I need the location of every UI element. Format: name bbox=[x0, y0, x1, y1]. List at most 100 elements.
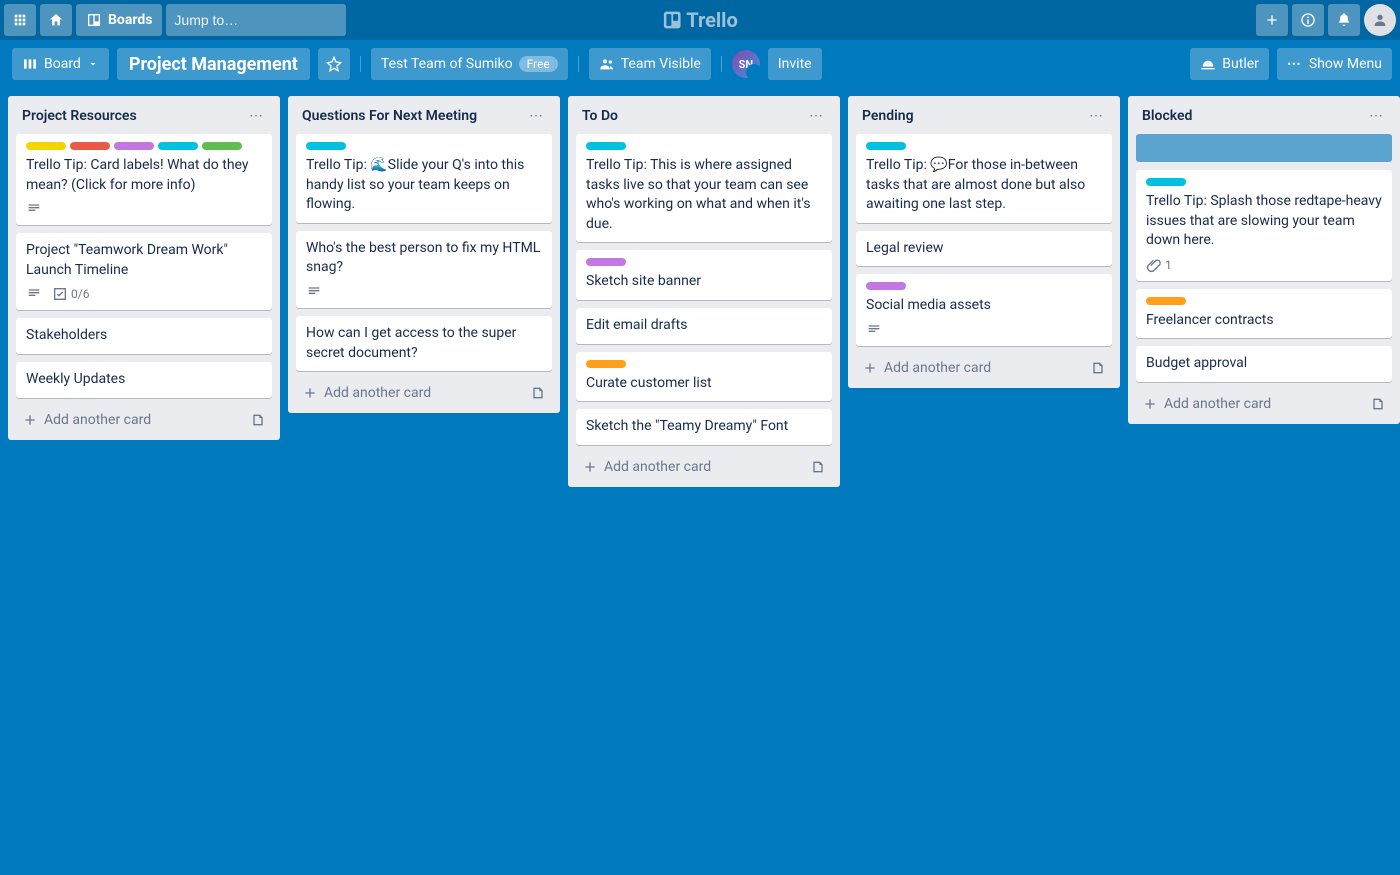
app-logo[interactable]: Trello bbox=[662, 8, 738, 32]
card[interactable]: Legal review bbox=[856, 231, 1112, 267]
card-labels bbox=[866, 282, 1102, 290]
create-button[interactable] bbox=[1256, 4, 1288, 36]
list-title[interactable]: Pending bbox=[862, 108, 914, 124]
list-menu-button[interactable]: ⋯ bbox=[245, 106, 268, 126]
card-text: How can I get access to the super secret… bbox=[306, 324, 542, 363]
label-purple[interactable] bbox=[586, 258, 626, 266]
card-labels bbox=[26, 142, 262, 150]
card-template-icon[interactable] bbox=[1370, 396, 1386, 412]
plus-icon bbox=[1264, 12, 1280, 28]
label-purple[interactable] bbox=[114, 142, 154, 150]
card[interactable]: Trello Tip: 🌊Slide your Q's into this ha… bbox=[296, 134, 552, 223]
label-sky[interactable] bbox=[1146, 178, 1186, 186]
separator bbox=[360, 56, 361, 72]
card-text: Who's the best person to fix my HTML sna… bbox=[306, 239, 542, 278]
card[interactable]: Trello Tip: Splash those redtape-heavy i… bbox=[1136, 170, 1392, 281]
add-card-button[interactable]: Add another card bbox=[302, 385, 431, 401]
notifications-button[interactable] bbox=[1328, 4, 1360, 36]
add-card-button[interactable]: Add another card bbox=[862, 360, 991, 376]
card[interactable]: Sketch site banner bbox=[576, 250, 832, 300]
card-template-icon[interactable] bbox=[810, 459, 826, 475]
card[interactable]: Weekly Updates bbox=[16, 362, 272, 398]
add-card-button[interactable]: Add another card bbox=[22, 412, 151, 428]
label-sky[interactable] bbox=[306, 142, 346, 150]
card-text: Legal review bbox=[866, 239, 1102, 259]
apps-button[interactable] bbox=[4, 4, 36, 36]
label-yellow[interactable] bbox=[26, 142, 66, 150]
home-button[interactable] bbox=[40, 4, 72, 36]
card-text: Weekly Updates bbox=[26, 370, 262, 390]
label-sky[interactable] bbox=[158, 142, 198, 150]
card[interactable]: Social media assets bbox=[856, 274, 1112, 346]
team-button[interactable]: Test Team of Sumiko Free bbox=[371, 48, 568, 80]
card[interactable] bbox=[1136, 134, 1392, 162]
label-green[interactable] bbox=[202, 142, 242, 150]
butler-icon bbox=[1200, 56, 1216, 72]
chevron-down-icon bbox=[87, 58, 99, 70]
list-menu-button[interactable]: ⋯ bbox=[1085, 106, 1108, 126]
card[interactable]: Edit email drafts bbox=[576, 308, 832, 344]
card[interactable]: Trello Tip: Card labels! What do they me… bbox=[16, 134, 272, 225]
topbar: Boards Trello bbox=[0, 0, 1400, 40]
card-labels bbox=[586, 360, 822, 368]
card[interactable]: Freelancer contracts bbox=[1136, 289, 1392, 339]
description-icon bbox=[26, 286, 42, 302]
card-labels bbox=[1146, 178, 1382, 186]
list-title[interactable]: To Do bbox=[582, 108, 618, 124]
add-card-button[interactable]: Add another card bbox=[1142, 396, 1271, 412]
view-switch[interactable]: Board bbox=[12, 48, 109, 80]
list-menu-button[interactable]: ⋯ bbox=[805, 106, 828, 126]
card[interactable]: Trello Tip: This is where assigned tasks… bbox=[576, 134, 832, 242]
card-badges bbox=[26, 201, 262, 217]
add-card-row: Add another card bbox=[296, 375, 552, 411]
card-labels bbox=[1146, 297, 1382, 305]
list-title[interactable]: Blocked bbox=[1142, 108, 1192, 124]
show-menu-button[interactable]: ⋯ Show Menu bbox=[1277, 48, 1392, 80]
board-name[interactable]: Project Management bbox=[117, 48, 310, 80]
card-text: Freelancer contracts bbox=[1146, 311, 1382, 331]
card-template-icon[interactable] bbox=[530, 385, 546, 401]
card[interactable]: Stakeholders bbox=[16, 318, 272, 354]
label-sky[interactable] bbox=[866, 142, 906, 150]
card[interactable]: Sketch the "Teamy Dreamy" Font bbox=[576, 409, 832, 445]
user-avatar[interactable] bbox=[1364, 4, 1396, 36]
card[interactable]: Curate customer list bbox=[576, 352, 832, 402]
add-card-row: Add another card bbox=[856, 350, 1112, 386]
search-input[interactable] bbox=[174, 12, 355, 28]
badge-description bbox=[866, 322, 882, 338]
butler-button[interactable]: Butler bbox=[1190, 48, 1269, 80]
label-red[interactable] bbox=[70, 142, 110, 150]
list: Blocked ⋯ Trello Tip: Splash those redtape… bbox=[1128, 96, 1400, 424]
label-purple[interactable] bbox=[866, 282, 906, 290]
card[interactable]: Budget approval bbox=[1136, 346, 1392, 382]
info-button[interactable] bbox=[1292, 4, 1324, 36]
list-title[interactable]: Questions For Next Meeting bbox=[302, 108, 477, 124]
app-name: Trello bbox=[686, 8, 738, 32]
star-icon bbox=[326, 56, 342, 72]
card-template-icon[interactable] bbox=[1090, 360, 1106, 376]
bell-icon bbox=[1336, 12, 1352, 28]
card-labels bbox=[586, 142, 822, 150]
card-text: Social media assets bbox=[866, 296, 1102, 316]
star-button[interactable] bbox=[318, 48, 350, 80]
card-template-icon[interactable] bbox=[250, 412, 266, 428]
invite-button[interactable]: Invite bbox=[768, 48, 822, 80]
list-title[interactable]: Project Resources bbox=[22, 108, 137, 124]
visibility-button[interactable]: Team Visible bbox=[589, 48, 711, 80]
card[interactable]: Who's the best person to fix my HTML sna… bbox=[296, 231, 552, 308]
list-menu-button[interactable]: ⋯ bbox=[1365, 106, 1388, 126]
add-card-button[interactable]: Add another card bbox=[582, 459, 711, 475]
label-orange[interactable] bbox=[1146, 297, 1186, 305]
member-avatar[interactable]: SN bbox=[732, 50, 760, 78]
boards-button[interactable]: Boards bbox=[76, 4, 162, 36]
card-text: Sketch the "Teamy Dreamy" Font bbox=[586, 417, 822, 437]
card[interactable]: Project "Teamwork Dream Work" Launch Tim… bbox=[16, 233, 272, 310]
card-labels bbox=[306, 142, 542, 150]
list-menu-button[interactable]: ⋯ bbox=[525, 106, 548, 126]
card[interactable]: How can I get access to the super secret… bbox=[296, 316, 552, 371]
card[interactable]: Trello Tip: 💬For those in-between tasks … bbox=[856, 134, 1112, 223]
card-text: Budget approval bbox=[1146, 354, 1382, 374]
label-sky[interactable] bbox=[586, 142, 626, 150]
search-box[interactable] bbox=[166, 4, 346, 36]
label-orange[interactable] bbox=[586, 360, 626, 368]
